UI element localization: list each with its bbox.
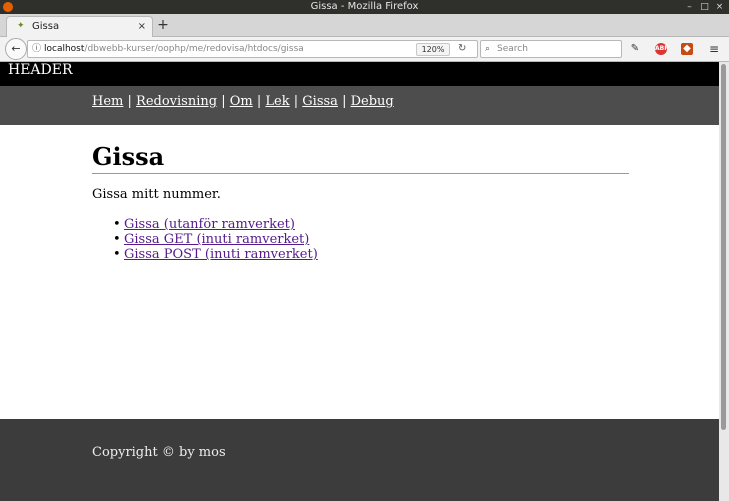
close-tab-icon[interactable]: ×	[138, 17, 146, 37]
tab-gissa[interactable]: ✦ Gissa ×	[6, 16, 153, 37]
info-icon[interactable]: ⓘ	[32, 41, 41, 57]
list-item: Gissa POST (inuti ramverket)	[92, 247, 318, 262]
scrollbar-thumb[interactable]	[721, 64, 726, 430]
site-footer: Copyright © by mos	[0, 419, 719, 501]
adblock-icon[interactable]: ABP	[655, 43, 669, 55]
game-link-list: Gissa (utanför ramverket) Gissa GET (inu…	[92, 217, 318, 262]
nav-separator: |	[293, 94, 299, 109]
page-viewport: HEADER Hem | Redovisning | Om | Lek | Gi…	[0, 62, 719, 501]
link-gissa-post[interactable]: Gissa POST (inuti ramverket)	[124, 247, 318, 262]
site-nav-links: Hem | Redovisning | Om | Lek | Gissa | D…	[92, 94, 394, 109]
page-title: Gissa	[92, 141, 629, 174]
nav-separator: |	[221, 94, 226, 109]
nav-link-redovisning[interactable]: Redovisning	[136, 94, 217, 109]
minimize-icon[interactable]: –	[685, 3, 694, 12]
search-placeholder: Search	[497, 44, 528, 54]
url-bar[interactable]: ⓘ localhost/dbwebb-kurser/oophp/me/redov…	[27, 40, 478, 58]
intro-text: Gissa mitt nummer.	[92, 187, 221, 202]
hamburger-menu-icon[interactable]: ≡	[708, 43, 720, 55]
nav-separator: |	[127, 94, 132, 109]
close-window-icon[interactable]: ×	[715, 3, 724, 12]
search-icon: ⌕	[485, 44, 491, 54]
window-title: Gissa - Mozilla Firefox	[310, 1, 419, 12]
tab-strip: ✦ Gissa × +	[0, 14, 729, 37]
url-text[interactable]: localhost/dbwebb-kurser/oophp/me/redovis…	[44, 41, 304, 57]
zoom-indicator[interactable]: 120%	[416, 43, 450, 56]
nav-separator: |	[256, 94, 262, 109]
footer-text: Copyright © by mos	[92, 445, 226, 460]
nav-link-gissa[interactable]: Gissa	[302, 94, 338, 109]
window-title-bar: Gissa - Mozilla Firefox – □ ×	[0, 0, 729, 14]
back-button[interactable]: ←	[5, 38, 27, 60]
site-header: HEADER	[0, 62, 719, 86]
nav-link-hem[interactable]: Hem	[92, 94, 123, 109]
nav-separator: |	[342, 94, 347, 109]
new-tab-button[interactable]: +	[155, 16, 171, 34]
nav-link-om[interactable]: Om	[230, 94, 253, 109]
nav-link-lek[interactable]: Lek	[265, 94, 289, 109]
list-item: Gissa (utanför ramverket)	[92, 217, 318, 232]
site-header-text: HEADER	[8, 62, 73, 78]
reload-icon[interactable]: ↻	[458, 41, 466, 57]
tab-title: Gissa	[32, 21, 60, 32]
url-host: localhost	[44, 44, 85, 54]
search-input[interactable]: ⌕ Search	[480, 40, 622, 58]
firefox-icon	[3, 2, 13, 12]
link-gissa-get[interactable]: Gissa GET (inuti ramverket)	[124, 232, 309, 247]
url-path: /dbwebb-kurser/oophp/me/redovisa/htdocs/…	[84, 44, 304, 54]
navigation-toolbar: ← ⓘ localhost/dbwebb-kurser/oophp/me/red…	[0, 37, 729, 62]
vertical-scrollbar[interactable]	[719, 62, 729, 501]
site-navbar: Hem | Redovisning | Om | Lek | Gissa | D…	[0, 86, 719, 125]
hummingbird-favicon-icon: ✦	[17, 21, 25, 31]
extension-icon[interactable]: ◆	[681, 43, 693, 55]
nav-link-debug[interactable]: Debug	[351, 94, 394, 109]
list-item: Gissa GET (inuti ramverket)	[92, 232, 318, 247]
maximize-icon[interactable]: □	[700, 3, 709, 12]
link-gissa-outside[interactable]: Gissa (utanför ramverket)	[124, 217, 295, 232]
eyedropper-icon[interactable]: ✎	[629, 43, 641, 55]
